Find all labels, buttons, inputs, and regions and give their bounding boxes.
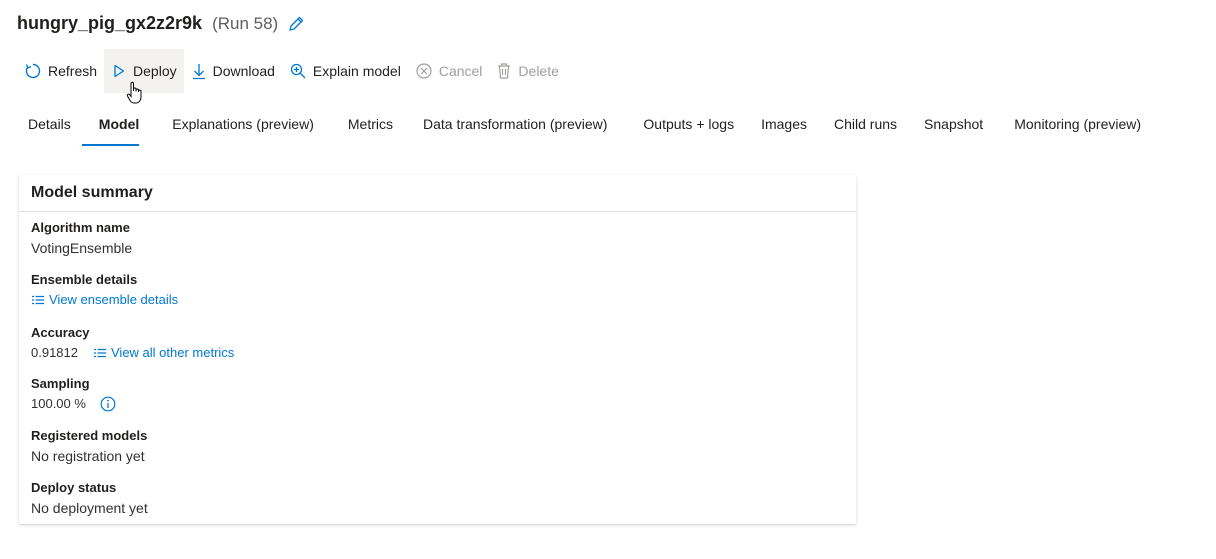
accuracy-field: Accuracy 0.91812 View all other metrics xyxy=(31,323,234,363)
run-tabs: Details Model Explanations (preview) Met… xyxy=(17,110,1152,148)
registered-models-field: Registered models No registration yet xyxy=(31,426,147,466)
refresh-icon xyxy=(25,63,41,79)
play-icon xyxy=(114,64,125,78)
run-header: hungry_pig_gx2z2r9k (Run 58) xyxy=(17,13,305,34)
download-icon xyxy=(192,64,205,80)
list-icon xyxy=(94,348,106,358)
explain-zoom-icon xyxy=(290,63,306,79)
deploy-status-value: No deployment yet xyxy=(31,500,148,516)
tab-outputs-logs[interactable]: Outputs + logs xyxy=(632,110,745,148)
tab-details[interactable]: Details xyxy=(17,110,82,148)
ensemble-field: Ensemble details View ensemble details xyxy=(31,270,178,310)
registered-models-value: No registration yet xyxy=(31,448,145,464)
tab-metrics[interactable]: Metrics xyxy=(337,110,404,148)
tab-child-runs[interactable]: Child runs xyxy=(823,110,908,148)
model-summary-card: Model summary Algorithm name VotingEnsem… xyxy=(19,175,856,524)
view-ensemble-details-link[interactable]: View ensemble details xyxy=(31,290,178,310)
algorithm-label: Algorithm name xyxy=(31,220,130,235)
delete-button[interactable]: Delete xyxy=(489,49,565,93)
run-number: (Run 58) xyxy=(212,13,279,33)
refresh-label: Refresh xyxy=(48,63,98,79)
explain-model-button[interactable]: Explain model xyxy=(282,49,408,93)
tab-snapshot[interactable]: Snapshot xyxy=(913,110,994,148)
view-ensemble-details-label: View ensemble details xyxy=(49,292,179,307)
command-bar: Refresh Deploy Download Explain model Ca… xyxy=(17,49,566,93)
sampling-label: Sampling xyxy=(31,376,90,391)
info-icon[interactable] xyxy=(100,396,116,412)
delete-label: Delete xyxy=(518,63,559,79)
tab-images[interactable]: Images xyxy=(750,110,818,148)
deploy-status-field: Deploy status No deployment yet xyxy=(31,478,148,518)
view-all-metrics-link[interactable]: View all other metrics xyxy=(93,343,234,363)
list-icon xyxy=(32,295,44,305)
explain-model-label: Explain model xyxy=(312,63,401,79)
refresh-button[interactable]: Refresh xyxy=(17,49,104,93)
view-all-metrics-label: View all other metrics xyxy=(111,345,235,360)
deploy-status-label: Deploy status xyxy=(31,480,117,495)
sampling-value: 100.00 % xyxy=(31,396,86,411)
cancel-icon xyxy=(416,63,432,79)
deploy-button[interactable]: Deploy xyxy=(104,49,184,93)
algorithm-field: Algorithm name VotingEnsemble xyxy=(31,218,132,258)
ensemble-label: Ensemble details xyxy=(31,272,138,287)
deploy-label: Deploy xyxy=(133,63,177,79)
tab-explanations[interactable]: Explanations (preview) xyxy=(161,110,325,148)
delete-icon xyxy=(498,63,511,79)
accuracy-label: Accuracy xyxy=(31,325,90,340)
cancel-button[interactable]: Cancel xyxy=(408,49,490,93)
cancel-label: Cancel xyxy=(438,63,483,79)
card-title: Model summary xyxy=(19,175,856,212)
download-label: Download xyxy=(212,63,275,79)
edit-icon[interactable] xyxy=(287,15,305,33)
run-name: hungry_pig_gx2z2r9k xyxy=(17,13,203,33)
download-button[interactable]: Download xyxy=(184,49,282,93)
sampling-field: Sampling 100.00 % xyxy=(31,374,116,414)
registered-models-label: Registered models xyxy=(31,428,148,443)
accuracy-value: 0.91812 xyxy=(31,345,78,360)
tab-monitoring[interactable]: Monitoring (preview) xyxy=(1003,110,1152,148)
tab-model[interactable]: Model xyxy=(81,110,140,148)
tab-data-transformation[interactable]: Data transformation (preview) xyxy=(412,110,618,148)
algorithm-value: VotingEnsemble xyxy=(31,240,133,256)
